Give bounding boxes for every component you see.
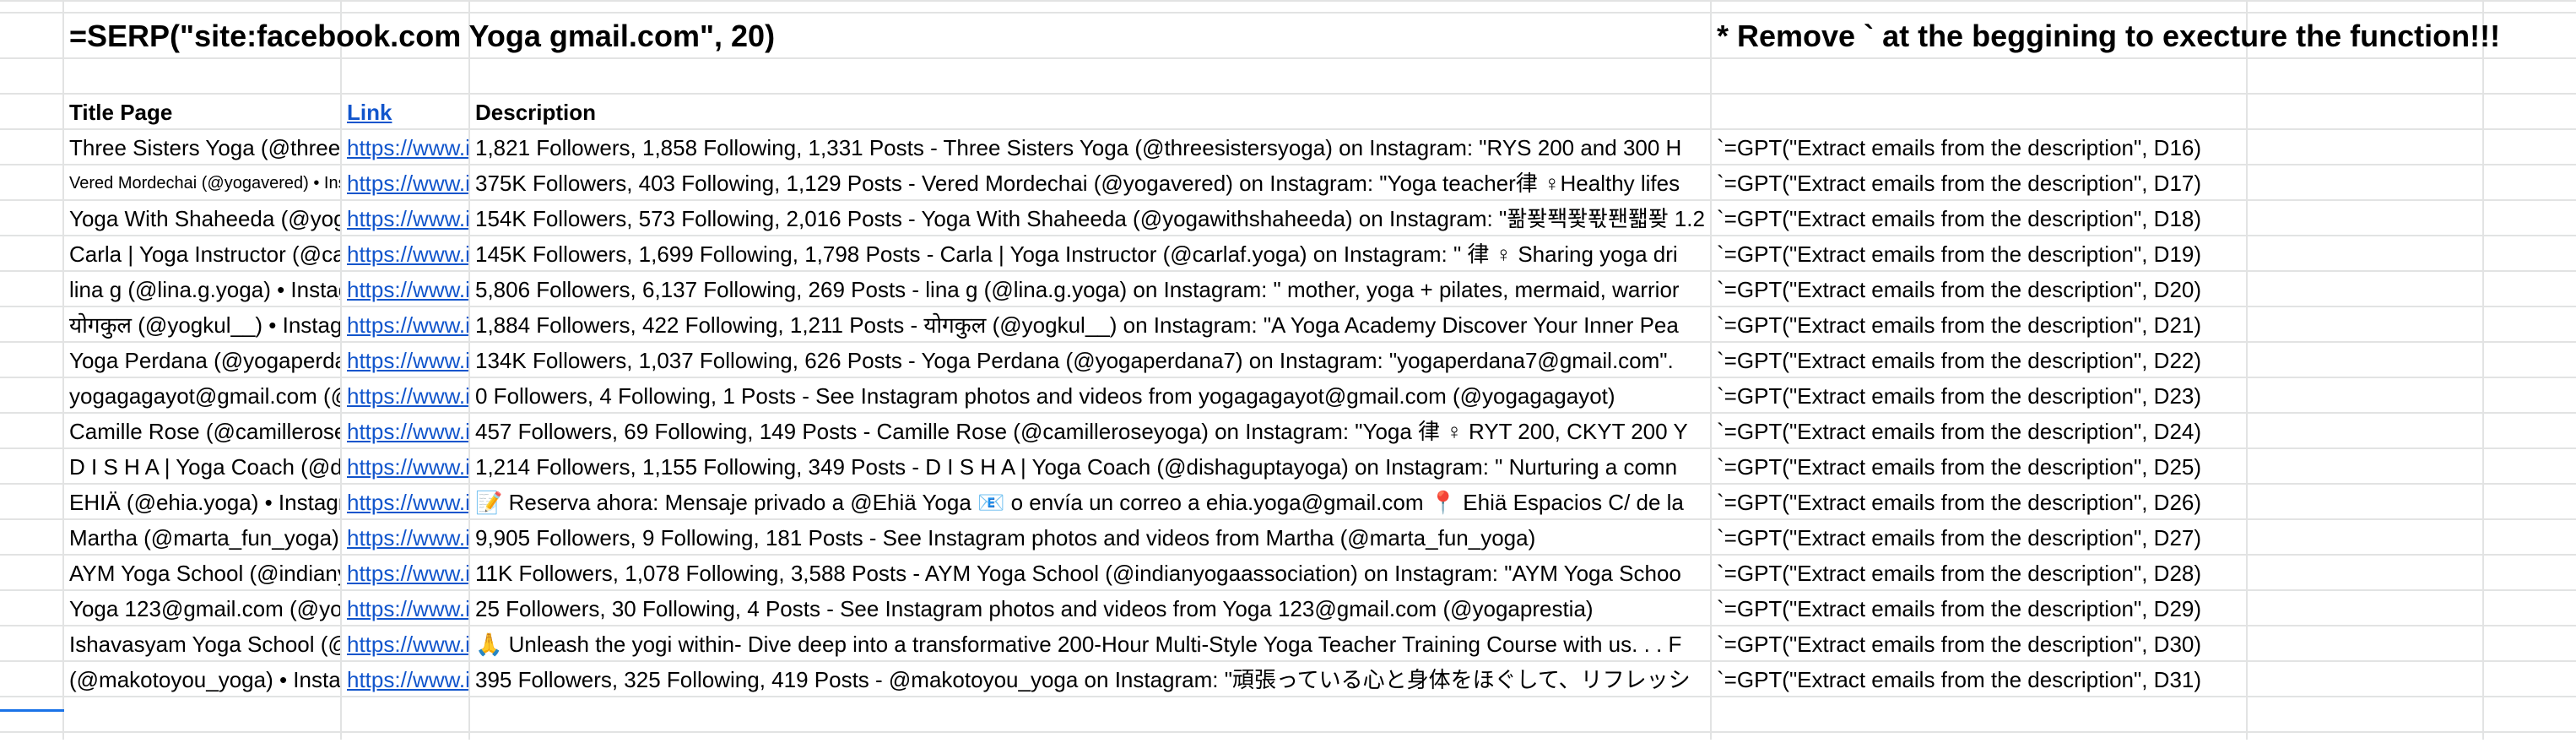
description-cell[interactable]: 457 Followers, 69 Following, 149 Posts -…	[470, 414, 1710, 449]
description-cell[interactable]: 375K Followers, 403 Following, 1,129 Pos…	[470, 165, 1710, 201]
gpt-formula-cell[interactable]: `=GPT("Extract emails from the descripti…	[1712, 236, 2246, 272]
description-cell[interactable]: 1,821 Followers, 1,858 Following, 1,331 …	[470, 130, 1710, 165]
title-cell[interactable]: Yoga 123@gmail.com (@yogaprestia) • Inst…	[64, 591, 340, 626]
description-cell[interactable]: 🙏 Unleash the yogi within- Dive deep int…	[470, 626, 1710, 662]
description-cell[interactable]: 1,884 Followers, 422 Following, 1,211 Po…	[470, 307, 1710, 343]
row-divider	[0, 0, 2576, 2]
gpt-formula-cell[interactable]: `=GPT("Extract emails from the descripti…	[1712, 130, 2246, 165]
title-cell[interactable]: Yoga With Shaheeda (@yogawithshaheeda) •…	[64, 201, 340, 236]
column-divider	[2246, 0, 2248, 740]
title-cell[interactable]: Carla | Yoga Instructor (@carlaf.yoga) •…	[64, 236, 340, 272]
title-cell[interactable]: Ishavasyam Yoga School (@ishavasyamyoga)…	[64, 626, 340, 662]
note-cell[interactable]: * Remove ` at the beggining to execture …	[1712, 17, 2576, 56]
gpt-formula-cell[interactable]: `=GPT("Extract emails from the descripti…	[1712, 485, 2246, 520]
title-cell[interactable]: D I S H A | Yoga Coach (@dishaguptayoga)…	[64, 449, 340, 485]
link-cell[interactable]: https://www.instagram.com/threesistersyo…	[342, 130, 468, 165]
link-cell[interactable]: https://www.instagram.com/camilleroseyog…	[342, 414, 468, 449]
column-divider	[2482, 0, 2484, 740]
link-cell[interactable]: https://www.instagram.com/yogawithshahee…	[342, 201, 468, 236]
title-cell[interactable]: Martha (@marta_fun_yoga) • Instagram pho…	[64, 520, 340, 556]
title-cell[interactable]: Camille Rose (@camilleroseyoga) • Instag…	[64, 414, 340, 449]
link-cell[interactable]: https://www.instagram.com/yogavered/	[342, 165, 468, 201]
formula-cell[interactable]: =SERP("site:facebook.com Yoga gmail.com"…	[64, 17, 1710, 56]
gpt-formula-cell[interactable]: `=GPT("Extract emails from the descripti…	[1712, 378, 2246, 414]
title-cell[interactable]: EHIÄ (@ehia.yoga) • Instagram photos and…	[64, 485, 340, 520]
title-cell[interactable]: योगकुल (@yogkul__) • Instagram photos an…	[64, 307, 340, 343]
description-cell[interactable]: 1,214 Followers, 1,155 Following, 349 Po…	[470, 449, 1710, 485]
description-cell[interactable]: 9,905 Followers, 9 Following, 181 Posts …	[470, 520, 1710, 556]
title-cell[interactable]: Three Sisters Yoga (@threesistersyoga) •…	[64, 130, 340, 165]
title-cell[interactable]: yogagagayot@gmail.com (@yogagagayot) • I…	[64, 378, 340, 414]
gpt-formula-cell[interactable]: `=GPT("Extract emails from the descripti…	[1712, 272, 2246, 307]
row-divider	[0, 57, 2576, 59]
description-cell[interactable]: 134K Followers, 1,037 Following, 626 Pos…	[470, 343, 1710, 378]
gpt-formula-cell[interactable]: `=GPT("Extract emails from the descripti…	[1712, 414, 2246, 449]
description-cell[interactable]: 📝 Reserva ahora: Mensaje privado a @Ehiä…	[470, 485, 1710, 520]
description-cell[interactable]: 145K Followers, 1,699 Following, 1,798 P…	[470, 236, 1710, 272]
selected-cell-indicator[interactable]	[0, 709, 64, 743]
description-cell[interactable]: 11K Followers, 1,078 Following, 3,588 Po…	[470, 556, 1710, 591]
gpt-formula-cell[interactable]: `=GPT("Extract emails from the descripti…	[1712, 556, 2246, 591]
description-cell[interactable]: 0 Followers, 4 Following, 1 Posts - See …	[470, 378, 1710, 414]
gpt-formula-cell[interactable]: `=GPT("Extract emails from the descripti…	[1712, 449, 2246, 485]
header-description[interactable]: Description	[470, 95, 1710, 130]
header-link[interactable]: Link	[342, 95, 468, 130]
link-cell[interactable]: https://www.instagram.com/yogkul__/	[342, 307, 468, 343]
link-cell[interactable]: https://www.instagram.com/lina.g.yoga/	[342, 272, 468, 307]
description-cell[interactable]: 154K Followers, 573 Following, 2,016 Pos…	[470, 201, 1710, 236]
title-cell[interactable]: AYM Yoga School (@indianyogaassociation)…	[64, 556, 340, 591]
gpt-formula-cell[interactable]: `=GPT("Extract emails from the descripti…	[1712, 307, 2246, 343]
link-cell[interactable]: https://www.instagram.com/dishaguptayoga…	[342, 449, 468, 485]
link-cell[interactable]: https://www.instagram.com/yogaperdana7/	[342, 343, 468, 378]
link-cell[interactable]: https://www.instagram.com/yogaprestia/	[342, 591, 468, 626]
gpt-formula-cell[interactable]: `=GPT("Extract emails from the descripti…	[1712, 165, 2246, 201]
gpt-formula-cell[interactable]: `=GPT("Extract emails from the descripti…	[1712, 201, 2246, 236]
header-title-page[interactable]: Title Page	[64, 95, 340, 130]
title-cell[interactable]: Yoga Perdana (@yogaperdana7) • Instagram…	[64, 343, 340, 378]
description-cell[interactable]: 5,806 Followers, 6,137 Following, 269 Po…	[470, 272, 1710, 307]
link-cell[interactable]: https://www.instagram.com/carlaf.yoga/	[342, 236, 468, 272]
gpt-formula-cell[interactable]: `=GPT("Extract emails from the descripti…	[1712, 662, 2246, 697]
description-cell[interactable]: 395 Followers, 325 Following, 419 Posts …	[470, 662, 1710, 697]
gpt-formula-cell[interactable]: `=GPT("Extract emails from the descripti…	[1712, 626, 2246, 662]
title-cell[interactable]: lina g (@lina.g.yoga) • Instagram photos…	[64, 272, 340, 307]
link-cell[interactable]: https://www.instagram.com/makotoyou_yoga…	[342, 662, 468, 697]
gpt-formula-cell[interactable]: `=GPT("Extract emails from the descripti…	[1712, 591, 2246, 626]
gpt-formula-cell[interactable]: `=GPT("Extract emails from the descripti…	[1712, 520, 2246, 556]
description-cell[interactable]: 25 Followers, 30 Following, 4 Posts - Se…	[470, 591, 1710, 626]
title-cell[interactable]: Vered Mordechai (@yogavered) • Instagram…	[64, 165, 340, 201]
row-divider	[0, 12, 2576, 14]
gpt-formula-cell[interactable]: `=GPT("Extract emails from the descripti…	[1712, 343, 2246, 378]
title-cell[interactable]: (@makotoyou_yoga) • Instagram photos and…	[64, 662, 340, 697]
link-cell[interactable]: https://www.instagram.com/ehia.yoga/	[342, 485, 468, 520]
link-cell[interactable]: https://www.instagram.com/indianyogaasso…	[342, 556, 468, 591]
spreadsheet-grid[interactable]: =SERP("site:facebook.com Yoga gmail.com"…	[0, 0, 2576, 740]
row-divider	[0, 731, 2576, 733]
link-cell[interactable]: https://www.instagram.com/yogagagayot/	[342, 378, 468, 414]
link-cell[interactable]: https://www.instagram.com/marta_fun_yoga…	[342, 520, 468, 556]
link-cell[interactable]: https://www.instagram.com/ishavasyamyoga…	[342, 626, 468, 662]
